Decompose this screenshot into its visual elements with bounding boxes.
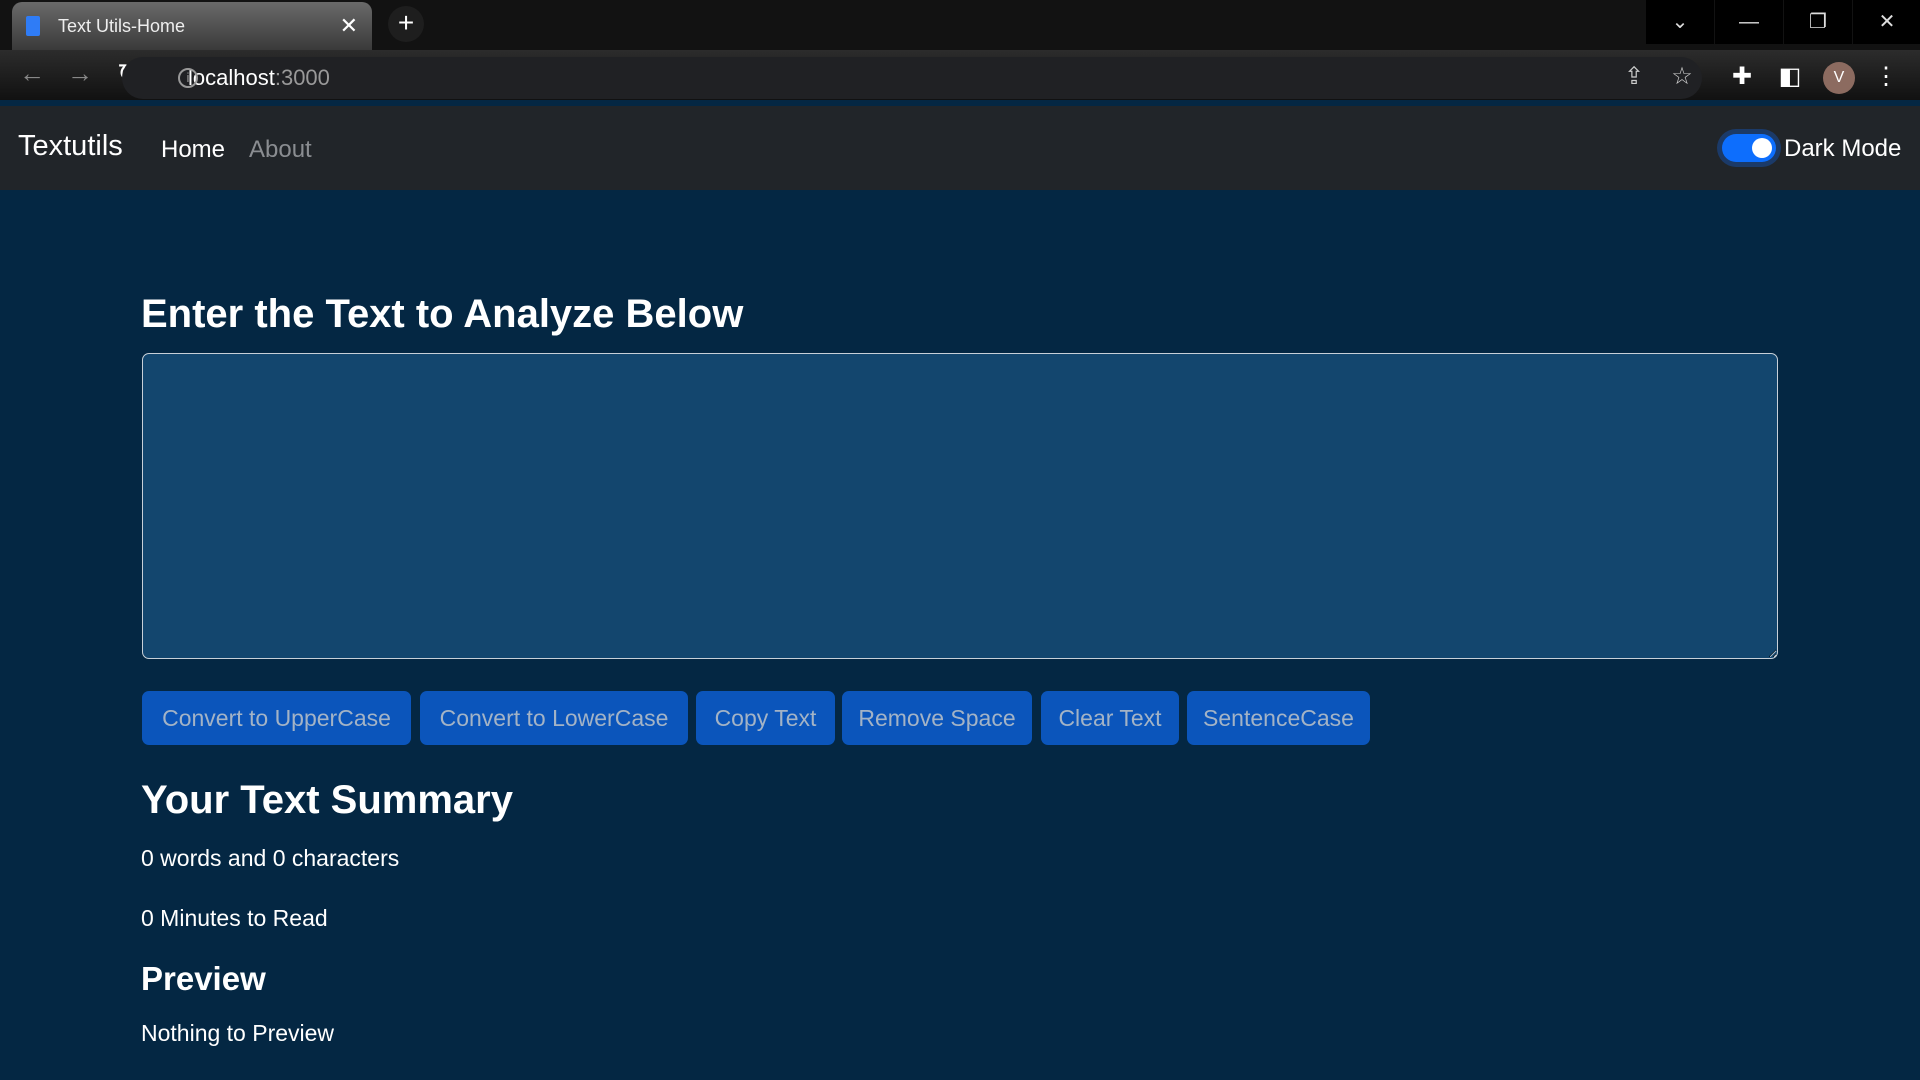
copy-text-button[interactable]: Copy Text: [696, 691, 835, 745]
close-tab-icon[interactable]: ✕: [340, 13, 358, 39]
side-panel-icon[interactable]: ◧: [1772, 62, 1808, 91]
clear-text-button[interactable]: Clear Text: [1041, 691, 1179, 745]
preview-text: Nothing to Preview: [141, 1020, 335, 1046]
url-host: localhost: [188, 65, 275, 90]
dark-mode-label[interactable]: Dark Mode: [1784, 135, 1901, 163]
tab-title: Text Utils-Home: [58, 15, 186, 36]
summary-heading: Your Text Summary: [141, 778, 513, 822]
extensions-icon[interactable]: ✚: [1724, 62, 1760, 91]
restore-icon[interactable]: ❐: [1784, 0, 1852, 44]
browser-tab[interactable]: Text Utils-Home ✕: [12, 2, 372, 50]
toggle-knob: [1752, 138, 1772, 158]
nav-link-home[interactable]: Home: [161, 136, 225, 164]
preview-heading: Preview: [141, 960, 266, 997]
share-icon[interactable]: ⇪: [1616, 62, 1652, 91]
sentence-case-button[interactable]: SentenceCase: [1187, 691, 1370, 745]
word-char-count: 0 words and 0 characters: [141, 845, 400, 871]
document-icon: [26, 16, 40, 36]
address-bar[interactable]: localhost:3000: [122, 57, 1702, 99]
lowercase-button[interactable]: Convert to LowerCase: [420, 691, 688, 745]
close-window-icon[interactable]: ✕: [1853, 0, 1920, 44]
tab-search-icon[interactable]: ⌄: [1646, 0, 1714, 44]
new-tab-button[interactable]: +: [388, 6, 424, 42]
url-port: :3000: [274, 65, 330, 90]
minimize-icon[interactable]: —: [1715, 0, 1783, 44]
bookmark-star-icon[interactable]: ☆: [1664, 62, 1700, 91]
navbar-brand[interactable]: Textutils: [18, 130, 123, 163]
page-heading: Enter the Text to Analyze Below: [141, 292, 744, 336]
menu-icon[interactable]: ⋮: [1868, 62, 1904, 91]
nav-link-about[interactable]: About: [249, 136, 312, 164]
text-input[interactable]: [142, 353, 1778, 659]
site-info-icon[interactable]: i: [178, 68, 198, 88]
profile-avatar[interactable]: V: [1823, 62, 1855, 94]
read-time: 0 Minutes to Read: [141, 905, 328, 931]
remove-space-button[interactable]: Remove Space: [842, 691, 1032, 745]
uppercase-button[interactable]: Convert to UpperCase: [142, 691, 411, 745]
forward-icon[interactable]: →: [60, 58, 100, 89]
dark-mode-toggle[interactable]: [1722, 134, 1776, 162]
back-icon[interactable]: ←: [12, 58, 52, 89]
